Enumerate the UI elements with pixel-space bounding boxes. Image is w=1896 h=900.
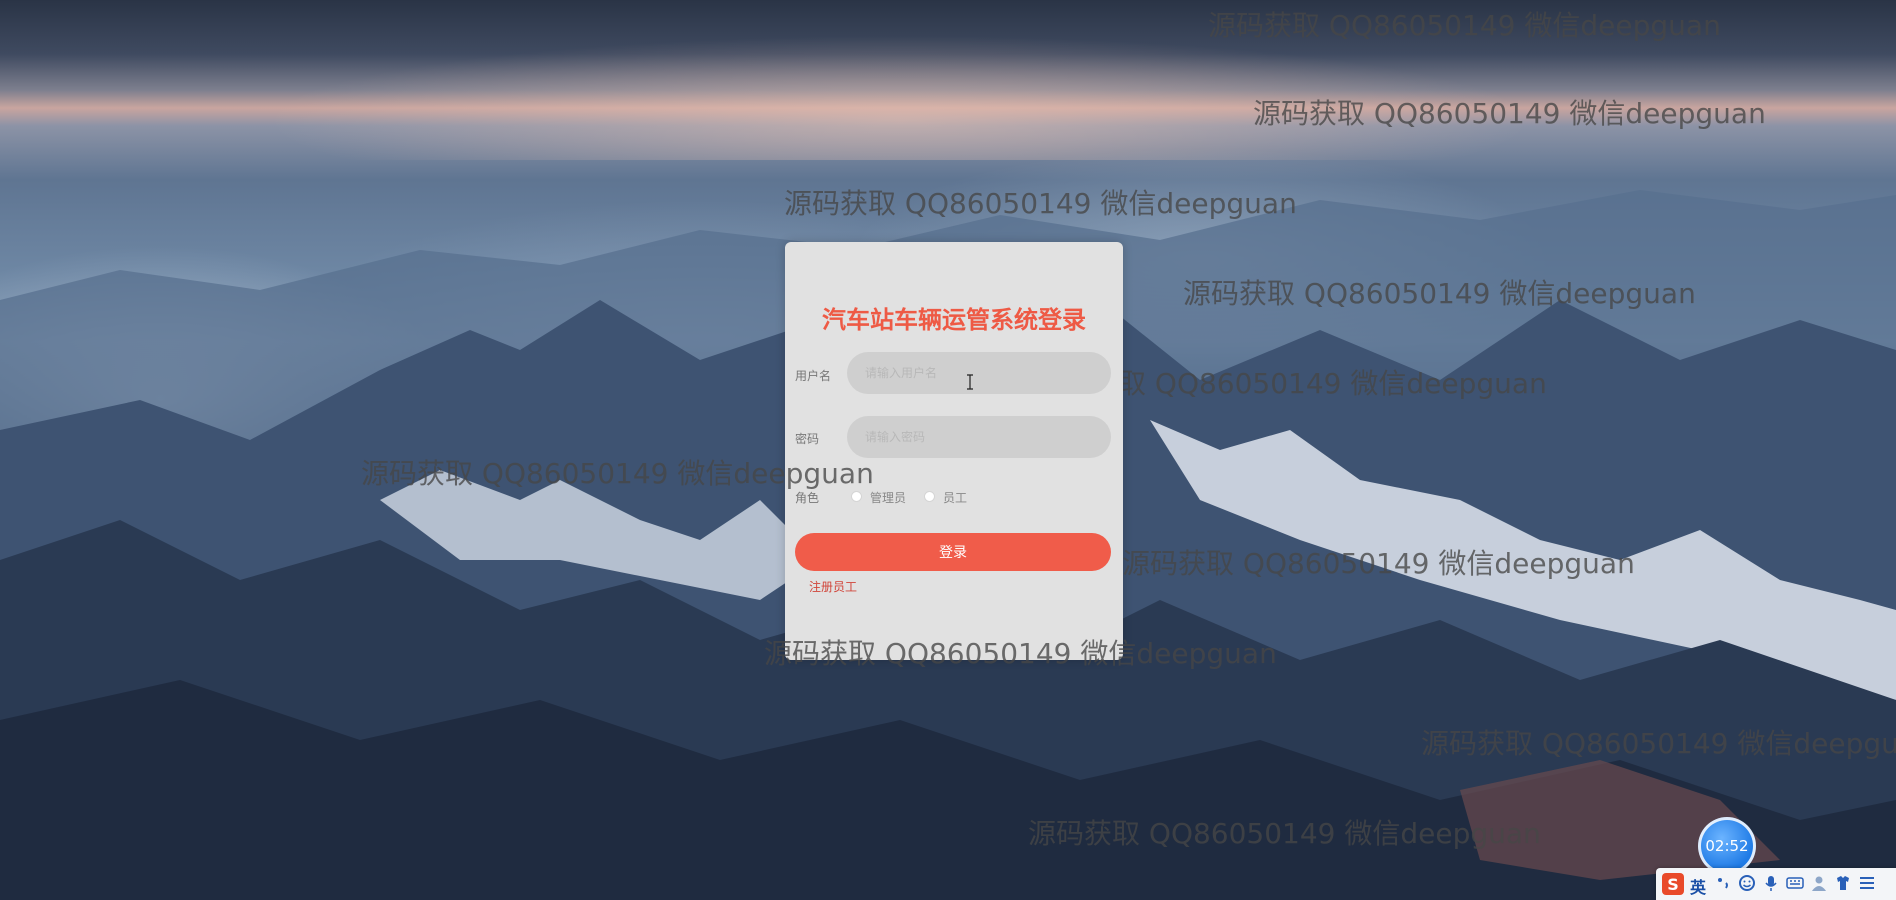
password-input[interactable] (847, 416, 1111, 458)
ime-language-toggle[interactable]: 英 (1690, 874, 1706, 898)
emoji-icon[interactable] (1738, 874, 1756, 892)
keyboard-icon[interactable] (1786, 874, 1804, 892)
username-input[interactable] (847, 352, 1111, 394)
user-icon[interactable] (1810, 874, 1828, 892)
login-card: 汽车站车辆运管系统登录 用户名 密码 角色 管理员 员工 登录 注册员工 (785, 242, 1123, 660)
microphone-icon[interactable] (1762, 874, 1780, 892)
role-admin-radio[interactable] (851, 491, 862, 502)
password-label: 密码 (795, 432, 820, 446)
role-admin-label[interactable]: 管理员 (870, 489, 906, 506)
role-staff-label[interactable]: 员工 (943, 489, 967, 506)
text-cursor-icon (967, 374, 973, 390)
ime-toolbar: S 英 (1656, 868, 1896, 900)
punctuation-icon[interactable] (1714, 874, 1732, 892)
login-page: 源码获取 QQ86050149 微信deepguan 源码获取 QQ860501… (0, 0, 1896, 900)
register-staff-link[interactable]: 注册员工 (809, 578, 857, 595)
sogou-logo-icon[interactable]: S (1662, 873, 1684, 895)
menu-icon[interactable] (1858, 874, 1876, 892)
floating-clock-widget[interactable]: 02:52 (1698, 817, 1756, 875)
skin-icon[interactable] (1834, 874, 1852, 892)
username-label: 用户名 (795, 369, 832, 383)
role-label: 角色 (795, 491, 820, 505)
role-staff-radio[interactable] (924, 491, 935, 502)
login-title: 汽车站车辆运管系统登录 (822, 306, 1086, 334)
login-button[interactable]: 登录 (795, 533, 1111, 571)
